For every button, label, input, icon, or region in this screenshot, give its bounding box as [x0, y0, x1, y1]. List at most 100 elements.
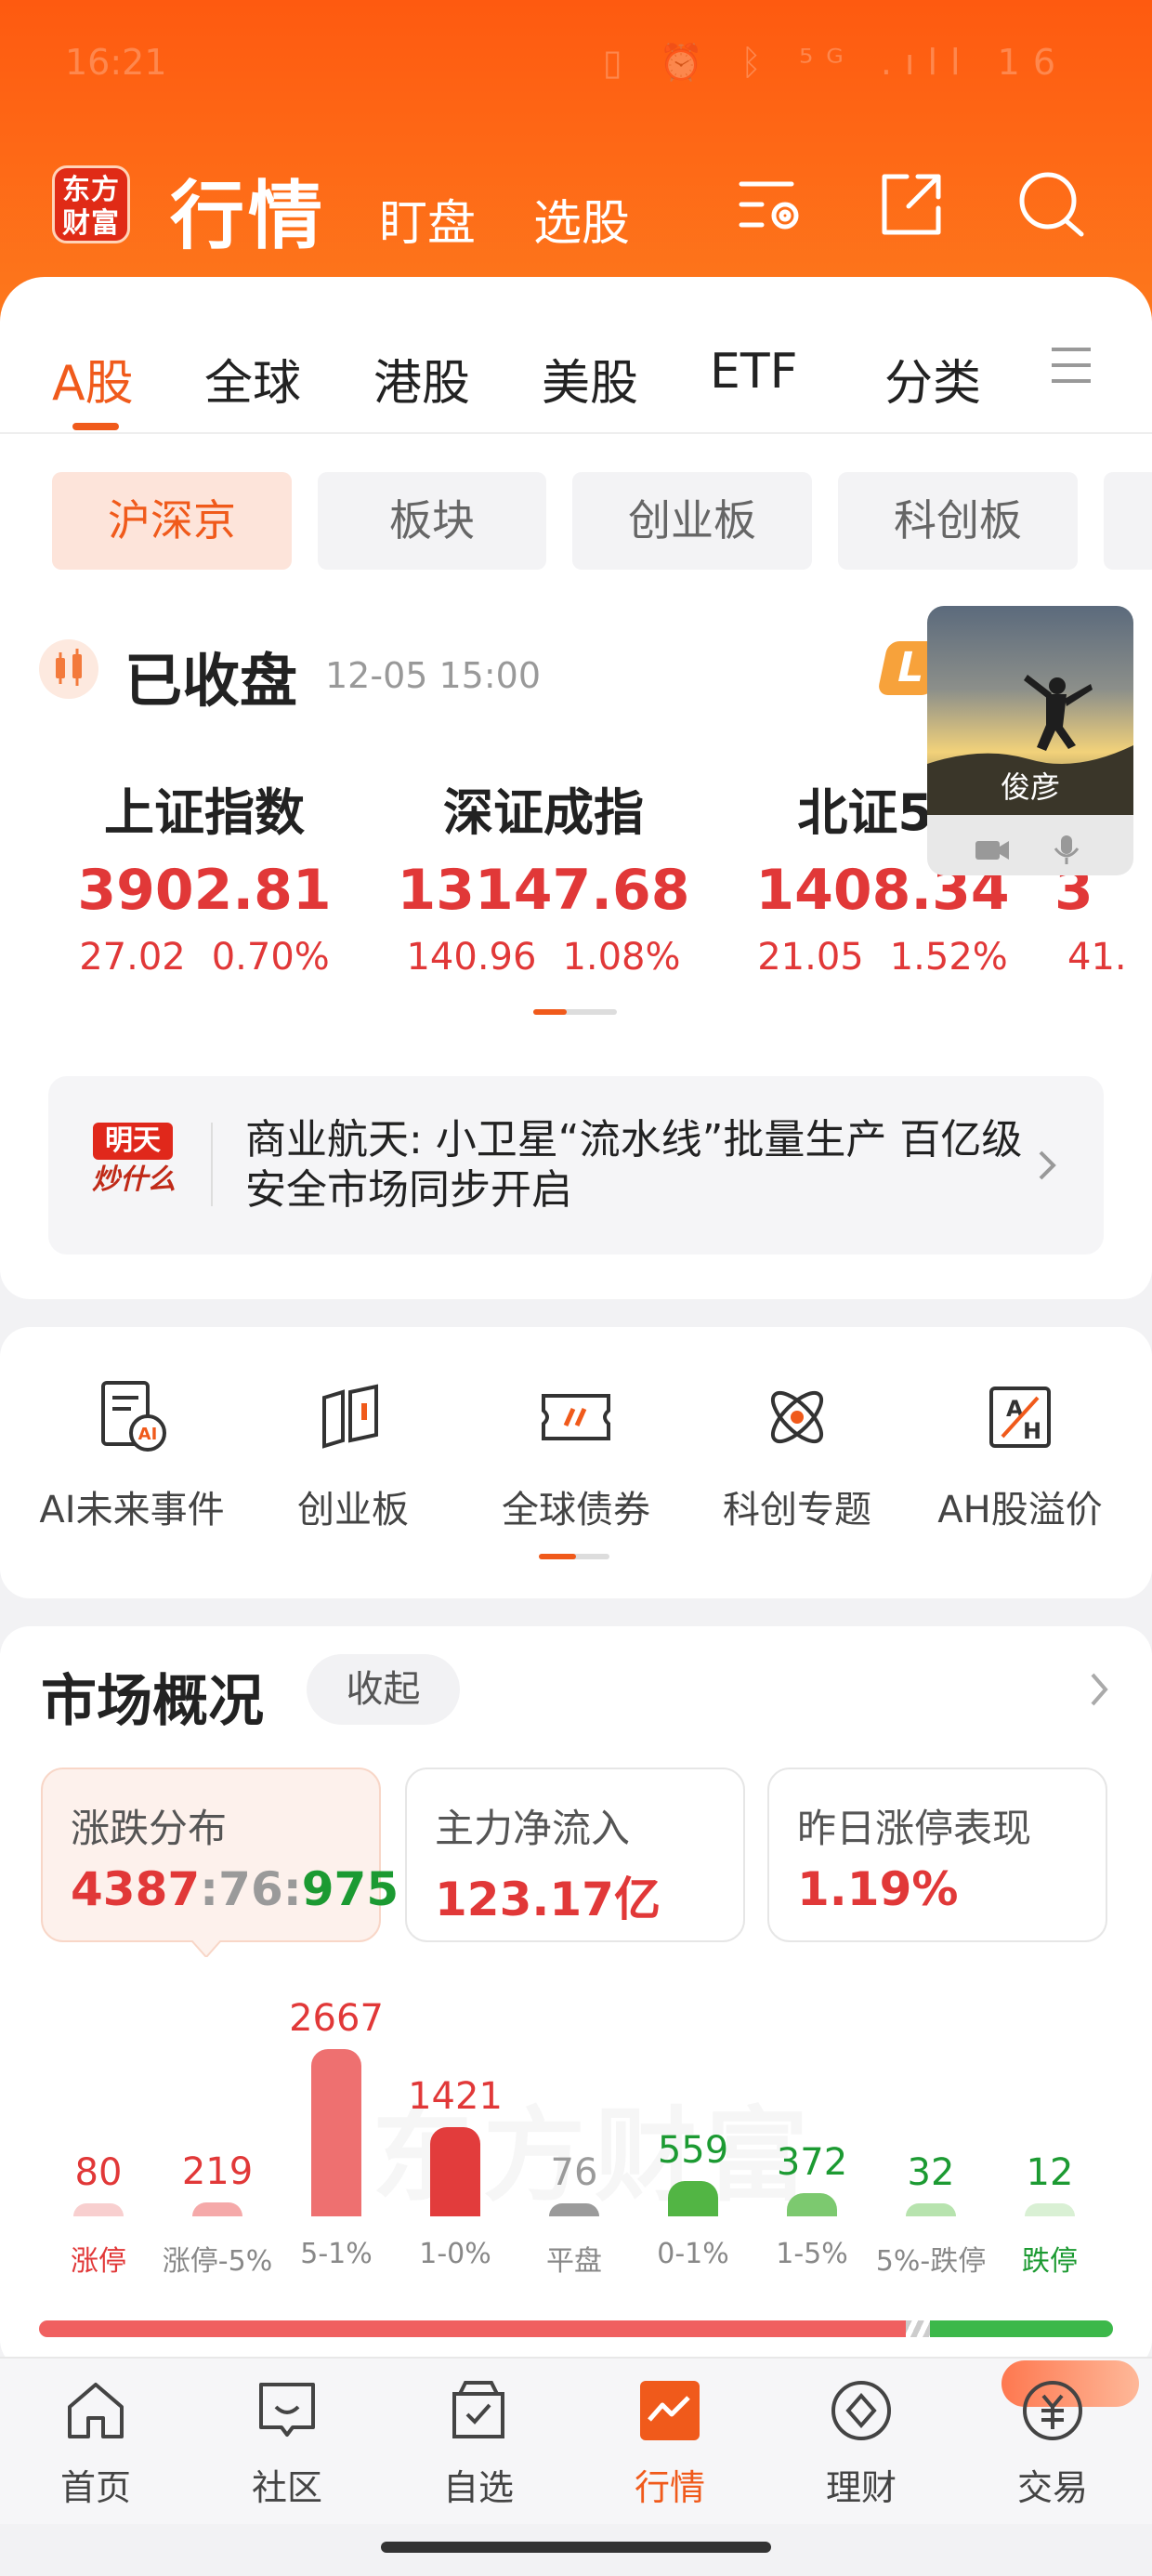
- distribution-category: 跌停: [1022, 2245, 1078, 2278]
- nav-community[interactable]: 社区: [217, 2375, 357, 2510]
- logo-text: 东方财富: [62, 174, 120, 240]
- subtab-sector[interactable]: 板块: [318, 472, 546, 570]
- stat-limit-up-perf[interactable]: 昨日涨停表现 1.19%: [767, 1768, 1107, 1942]
- settings-list-icon[interactable]: [734, 167, 808, 242]
- quick-ah-premium[interactable]: AH AH股溢价: [909, 1375, 1132, 1533]
- quick-label: AH股溢价: [937, 1489, 1103, 1531]
- distribution-category: 1-0%: [419, 2238, 491, 2270]
- ratio-flat-segment: [906, 2320, 930, 2337]
- distribution-value: 219: [181, 2150, 254, 2193]
- distribution-value: 12: [1026, 2151, 1074, 2194]
- wealth-icon: [831, 2381, 891, 2440]
- nav-trade[interactable]: 交易: [983, 2375, 1122, 2510]
- collapse-button[interactable]: 收起: [307, 1654, 460, 1725]
- trade-icon: [1023, 2381, 1082, 2440]
- nav-wealth[interactable]: 理财: [792, 2375, 931, 2510]
- subtab-sh-sz-bj[interactable]: 沪深京: [52, 472, 292, 570]
- stat-value: 1.19%: [797, 1862, 959, 1916]
- quick-star-topic[interactable]: 科创专题: [686, 1375, 909, 1533]
- subtab-chinext[interactable]: 创业板: [572, 472, 812, 570]
- nav-home[interactable]: 首页: [26, 2375, 165, 2510]
- nav-market[interactable]: 行情: [600, 2375, 740, 2510]
- status-time: 16:21: [65, 42, 167, 83]
- distribution-value: 32: [907, 2151, 955, 2194]
- nav-label: 理财: [825, 2467, 897, 2508]
- index-change: 27.02: [79, 936, 186, 979]
- video-call-overlay[interactable]: 俊彦: [927, 606, 1133, 875]
- home-icon: [68, 2383, 124, 2438]
- app-logo[interactable]: 东方财富: [52, 165, 130, 243]
- stat-caret: [191, 1940, 221, 1957]
- chevron-right-icon[interactable]: [1085, 1669, 1113, 1710]
- distribution-value: 372: [776, 2141, 848, 2184]
- market-overview-title: 市场概况: [41, 1669, 264, 1734]
- header-tab-screener[interactable]: 选股: [533, 184, 630, 254]
- distribution-category: 平盘: [546, 2245, 602, 2278]
- quick-label: 全球债券: [502, 1489, 650, 1531]
- tab-a-share[interactable]: A股: [52, 344, 134, 414]
- quick-chinext[interactable]: 创业板: [242, 1375, 465, 1533]
- active-tab-indicator: [72, 423, 119, 430]
- microphone-icon[interactable]: [1048, 834, 1085, 865]
- candlestick-icon: [39, 639, 98, 699]
- home-indicator[interactable]: [381, 2542, 771, 2553]
- svg-text:H: H: [1023, 1418, 1041, 1444]
- ai-event-icon: AI: [101, 1381, 166, 1452]
- index-pct: 0.70%: [211, 936, 330, 979]
- nav-label: 交易: [1016, 2467, 1088, 2508]
- flat-count: 76: [218, 1862, 283, 1916]
- ah-premium-icon: AH: [989, 1387, 1051, 1448]
- news-logo: 明天 炒什么: [87, 1123, 180, 1206]
- nav-label: 自选: [442, 2467, 514, 2508]
- menu-icon[interactable]: [1050, 344, 1093, 387]
- quick-bond[interactable]: 全球债券: [465, 1375, 687, 1533]
- distribution-category: 1-5%: [776, 2238, 848, 2270]
- news-banner[interactable]: 明天 炒什么 商业航天: 小卫星“流水线”批量生产 百亿级安全市场同步开启: [48, 1076, 1104, 1255]
- index-name: 深证成指: [443, 783, 644, 842]
- distribution-category: 5-1%: [300, 2238, 373, 2270]
- distribution-category: 0-1%: [657, 2238, 729, 2270]
- stat-rise-fall[interactable]: 涨跌分布 4387:76:975: [41, 1768, 399, 1942]
- quick-label: AI未来事件: [39, 1489, 225, 1531]
- chevron-right-icon: [1039, 1150, 1056, 1180]
- distribution-value: 80: [74, 2151, 123, 2194]
- tab-etf[interactable]: ETF: [710, 344, 798, 400]
- index-pct: 1.52%: [889, 936, 1008, 979]
- subtab-more[interactable]: [1104, 472, 1152, 570]
- community-icon: [259, 2383, 315, 2437]
- market-tabs: A股 全球 港股 美股 ETF 分类: [0, 330, 1152, 432]
- tab-hk[interactable]: 港股: [373, 344, 470, 414]
- stat-title: 昨日涨停表现: [797, 1806, 1032, 1851]
- stat-main-inflow[interactable]: 主力净流入 123.17亿: [405, 1768, 745, 1942]
- distribution-bar: [668, 2181, 718, 2216]
- index-pager: [533, 1009, 617, 1015]
- distribution-bar: [73, 2203, 124, 2216]
- tab-global[interactable]: 全球: [204, 344, 301, 414]
- index-card[interactable]: 上证指数 3902.81 27.02 0.70%: [37, 771, 372, 979]
- distribution-bar: [787, 2193, 837, 2216]
- tab-category[interactable]: 分类: [884, 344, 981, 414]
- quick-label: 科创专题: [723, 1489, 871, 1531]
- index-pct: 1.08%: [562, 936, 681, 979]
- nav-watchlist[interactable]: 自选: [409, 2375, 548, 2510]
- subtab-star[interactable]: 科创板: [838, 472, 1078, 570]
- share-icon[interactable]: [873, 167, 948, 242]
- index-card[interactable]: 深证成指 13147.68 140.96 1.08%: [376, 771, 711, 979]
- ratio-up-segment: [39, 2320, 906, 2337]
- quick-ai-event[interactable]: AI AI未来事件: [20, 1375, 243, 1533]
- nav-label: 行情: [634, 2467, 705, 2508]
- status-icons: ▯ ⏰ ᛒ ⁵ᴳ .ıll 16: [602, 42, 1068, 83]
- status-bar: 16:21 ▯ ⏰ ᛒ ⁵ᴳ .ıll 16: [0, 42, 1152, 98]
- camera-icon[interactable]: [974, 834, 1011, 865]
- header-tab-watch[interactable]: 盯盘: [379, 184, 476, 254]
- tab-us[interactable]: 美股: [542, 344, 638, 414]
- svg-text:AI: AI: [138, 1425, 158, 1444]
- quick-pager: [539, 1554, 609, 1559]
- up-count: 4387: [71, 1862, 201, 1916]
- nav-label: 社区: [251, 2467, 322, 2508]
- distribution-category: 涨停: [71, 2245, 126, 2278]
- watchlist-icon: [452, 2381, 504, 2438]
- search-icon[interactable]: [1015, 167, 1089, 242]
- bond-icon: [542, 1394, 610, 1440]
- market-status-title: 已收盘: [124, 647, 298, 715]
